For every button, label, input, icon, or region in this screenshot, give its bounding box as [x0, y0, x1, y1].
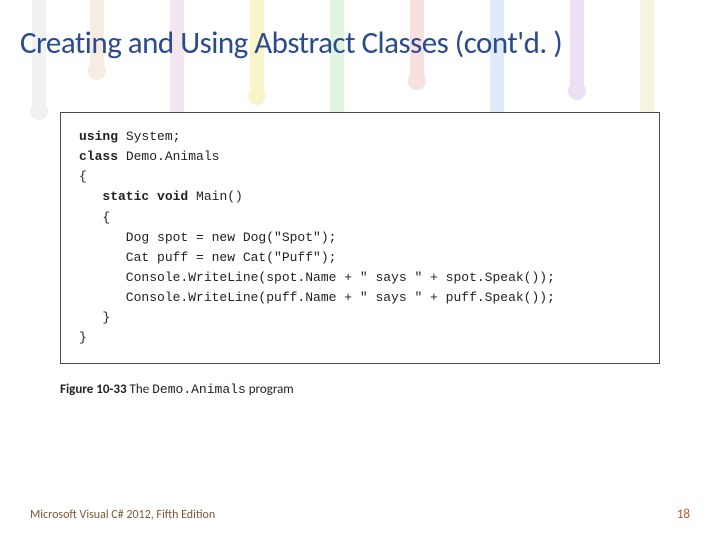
code-text: Console.WriteLine(puff.Name + " says " +… [79, 290, 555, 305]
code-text [79, 189, 102, 204]
code-text: } [79, 310, 110, 325]
caption-text-pre: The [130, 382, 153, 397]
code-text: { [79, 210, 110, 225]
footer-book-title: Microsoft Visual C# 2012, Fifth Edition [30, 508, 215, 522]
code-text: } [79, 330, 87, 345]
keyword-static-void: static void [102, 189, 188, 204]
code-text: Demo.Animals [118, 149, 219, 164]
figure-caption: Figure 10-33 The Demo.Animals program [60, 382, 660, 397]
keyword-class: class [79, 149, 118, 164]
caption-program-name: Demo.Animals [152, 382, 246, 397]
code-text: Dog spot = new Dog("Spot"); [79, 230, 336, 245]
keyword-using: using [79, 129, 118, 144]
code-text: { [79, 169, 87, 184]
code-text: Main() [188, 189, 243, 204]
slide-title: Creating and Using Abstract Classes (con… [0, 0, 720, 72]
code-text: Console.WriteLine(spot.Name + " says " +… [79, 270, 555, 285]
code-listing: using System; class Demo.Animals { stati… [60, 112, 660, 364]
slide-content: using System; class Demo.Animals { stati… [0, 72, 720, 397]
code-text: Cat puff = new Cat("Puff"); [79, 250, 336, 265]
footer-page-number: 18 [677, 507, 690, 522]
figure-label: Figure 10-33 [60, 382, 127, 397]
caption-text-post: program [246, 382, 294, 397]
code-text: System; [118, 129, 180, 144]
